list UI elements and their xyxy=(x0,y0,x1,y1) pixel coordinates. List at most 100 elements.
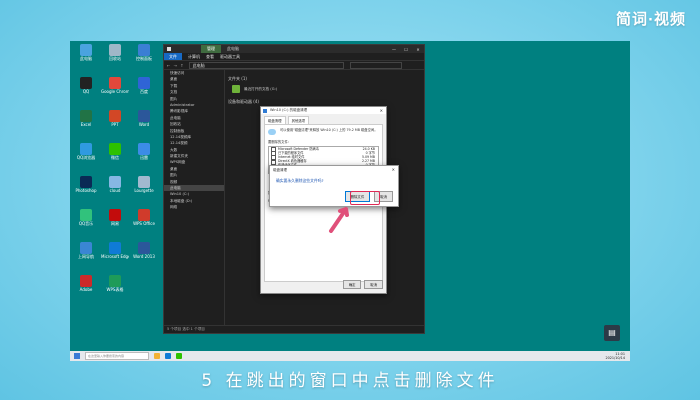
desktop-icon[interactable]: PPT xyxy=(101,110,129,127)
app-icon xyxy=(109,77,121,89)
app-icon xyxy=(138,176,150,188)
desktop-icon[interactable]: 回收站 xyxy=(101,44,129,61)
usage-text: 可以使用"磁盘清理"来释放 Win10 (C:) 上的 79.2 MB 磁盘空间… xyxy=(280,128,378,132)
desktop-icon-label: 控制面板 xyxy=(136,56,152,61)
file-tab[interactable]: 文件 xyxy=(164,53,182,60)
caption: 5 在跳出的窗口中点击删除文件 xyxy=(201,371,499,391)
desktop-icon-label: 此电脑 xyxy=(80,56,92,61)
taskbar-wechat-icon[interactable] xyxy=(176,353,182,359)
desktop-icon-label: 百度 xyxy=(140,89,148,94)
start-button[interactable] xyxy=(74,353,80,359)
desktop-icon[interactable]: Word xyxy=(130,110,158,127)
desktop-icon-label: Google Chrome xyxy=(101,89,129,94)
minimize-icon[interactable]: — xyxy=(388,47,400,52)
desktop-icon-label: Excel xyxy=(80,122,92,127)
close-icon[interactable]: ✕ xyxy=(392,167,395,172)
quick-access-icon[interactable] xyxy=(167,47,171,51)
desktop-icon-label: cloud xyxy=(109,188,121,193)
desktop-icon-label: 迅雷 xyxy=(140,155,148,160)
desktop-icon[interactable]: Lourgette xyxy=(130,176,158,193)
desktop-icon-label: Microsoft Edge xyxy=(101,254,129,259)
nav-item[interactable]: 网络 xyxy=(164,204,224,210)
desktop-icon[interactable]: WPS表格 xyxy=(101,275,129,292)
desktop-icon-label: Lourgette xyxy=(134,188,154,193)
app-icon xyxy=(109,176,121,188)
window-title: 此电脑 xyxy=(227,46,239,51)
app-icon xyxy=(138,110,150,122)
system-tray-clock[interactable]: 11:01 2021/10/14 xyxy=(605,352,625,360)
drive-item[interactable]: 最近打开的文档 (G:) xyxy=(232,85,424,93)
desktop-icon[interactable]: QQ音乐 xyxy=(72,209,100,226)
app-icon xyxy=(80,209,92,221)
desktop-icon[interactable]: cloud xyxy=(101,176,129,193)
desktop-icon[interactable]: Word 2013 xyxy=(130,242,158,259)
app-icon xyxy=(80,77,92,89)
group-header-devices[interactable]: 设备和驱动器 (4) xyxy=(228,99,424,105)
desktop-icon[interactable]: QQ浏览器 xyxy=(72,143,100,160)
taskbar-explorer-icon[interactable] xyxy=(154,353,160,359)
app-icon xyxy=(109,209,121,221)
desktop-icon-label: Word 2013 xyxy=(133,254,155,259)
close-icon[interactable]: ✕ xyxy=(380,108,383,113)
manage-tab[interactable]: 管理 xyxy=(201,45,221,53)
app-icon xyxy=(138,44,150,56)
address-bar-row: ← → ↑ 此电脑 xyxy=(164,61,424,70)
desktop-icon-label: WPS表格 xyxy=(106,287,124,292)
desktop-icon-label: QQ浏览器 xyxy=(76,155,96,160)
ribbon-tab-computer[interactable]: 计算机 xyxy=(188,54,200,60)
desktop-icon-label: QQ音乐 xyxy=(78,221,94,226)
desktop-icon-label: QQ xyxy=(82,89,90,94)
taskbar-search-input[interactable]: 在这里输入你要搜索的内容 xyxy=(85,352,149,360)
desktop-icon-label: 上网导航 xyxy=(78,254,94,259)
desktop-icon[interactable]: 百度 xyxy=(130,77,158,94)
desktop-icon[interactable]: Excel xyxy=(72,110,100,127)
desktop-icon-label: Adobe xyxy=(79,287,93,292)
explorer-titlebar: 管理 此电脑 — ☐ ✕ xyxy=(164,45,424,53)
close-icon[interactable]: ✕ xyxy=(412,47,424,52)
desktop-icons: 此电脑 回收站 控制面板 QQ Google Chrome 百度 Excel PPT Word Q… xyxy=(70,41,162,341)
status-bar: 5 个项目 选中 1 个项目 xyxy=(164,325,424,333)
app-icon xyxy=(109,275,121,287)
search-input[interactable] xyxy=(349,61,402,69)
desktop-icon[interactable]: 此电脑 xyxy=(72,44,100,61)
ribbon-tab-drive-tools[interactable]: 驱动器工具 xyxy=(220,54,240,60)
desktop-icon-label: Photoshop xyxy=(75,188,97,193)
app-icon xyxy=(138,209,150,221)
dialog-title: Win10 (C:) 的磁盘清理 xyxy=(270,108,308,112)
desktop-icon[interactable]: Google Chrome xyxy=(101,77,129,94)
desktop-icon[interactable]: Photoshop xyxy=(72,176,100,193)
ok-button[interactable]: 确定 xyxy=(342,280,362,289)
app-icon xyxy=(80,242,92,254)
tab-more-options[interactable]: 其他选项 xyxy=(287,116,310,124)
maximize-icon[interactable]: ☐ xyxy=(400,47,412,52)
disk-cleanup-icon xyxy=(263,108,267,113)
desktop-icon-label: 回收站 xyxy=(109,56,121,61)
desktop-icon[interactable]: Microsoft Edge xyxy=(101,242,129,259)
app-icon xyxy=(80,275,92,287)
desktop-icon[interactable]: Adobe xyxy=(72,275,100,292)
tab-disk-cleanup[interactable]: 磁盘清理 xyxy=(264,116,286,124)
desktop-icon-label: Word xyxy=(138,122,150,127)
address-bar[interactable]: 此电脑 xyxy=(188,61,344,69)
app-icon xyxy=(80,110,92,122)
document-icon[interactable]: ▤ xyxy=(604,325,620,341)
app-icon xyxy=(80,44,92,56)
desktop-icon[interactable]: 控制面板 xyxy=(130,44,158,61)
app-icon xyxy=(138,143,150,155)
taskbar-edge-icon[interactable] xyxy=(165,353,171,359)
ribbon: 文件 计算机 查看 驱动器工具 xyxy=(164,53,424,61)
cancel-button[interactable]: 取消 xyxy=(364,280,383,289)
desktop-icon[interactable]: WPS Office xyxy=(130,209,158,226)
desktop-icon-label: 微信 xyxy=(111,155,119,160)
cleanup-icon xyxy=(268,129,276,135)
ribbon-tab-view[interactable]: 查看 xyxy=(206,54,214,60)
taskbar: 在这里输入你要搜索的内容 11:01 2021/10/14 xyxy=(70,351,630,361)
desktop-icon[interactable]: 网易 xyxy=(101,209,129,226)
desktop-icon[interactable]: QQ xyxy=(72,77,100,94)
desktop-icon[interactable]: 微信 xyxy=(101,143,129,160)
app-icon xyxy=(109,242,121,254)
nav-arrows-icon[interactable]: ← → ↑ xyxy=(167,63,185,68)
desktop-icon[interactable]: 迅雷 xyxy=(130,143,158,160)
group-header-folders[interactable]: 文件夹 (1) xyxy=(228,76,424,82)
desktop-icon[interactable]: 上网导航 xyxy=(72,242,100,259)
